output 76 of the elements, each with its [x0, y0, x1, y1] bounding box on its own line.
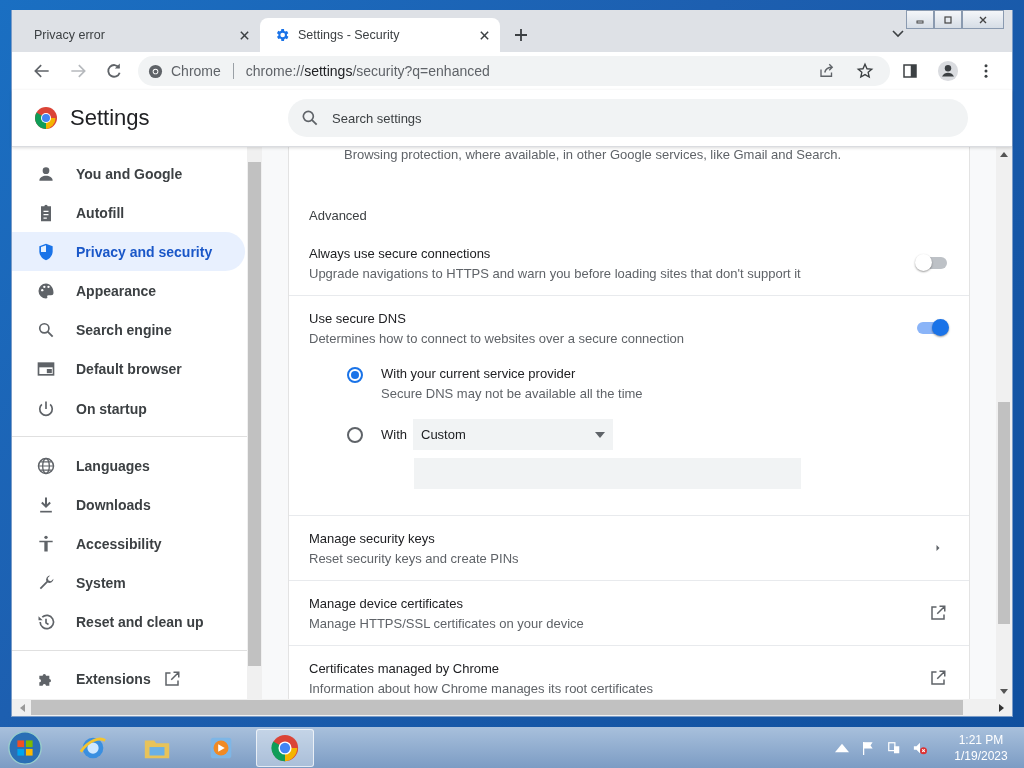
sidebar-item[interactable]: You and Google [12, 154, 245, 194]
browser-tab[interactable]: Privacy error [20, 18, 260, 52]
search-icon [300, 108, 320, 128]
network-icon[interactable] [887, 740, 901, 755]
scrollbar[interactable] [247, 147, 262, 699]
setting-description: Manage HTTPS/SSL certificates on your device [309, 615, 585, 631]
close-icon[interactable] [239, 29, 250, 41]
sidebar-item[interactable]: Extensions [12, 659, 245, 699]
maximize-button[interactable] [934, 10, 962, 29]
sidebar-item[interactable]: Privacy and security [12, 232, 245, 272]
caret-down-icon [595, 431, 605, 438]
clock-time: 1:21 PM [958, 731, 1004, 748]
sidebar-item[interactable]: Appearance [12, 271, 245, 311]
option-label: With [381, 427, 407, 442]
setting-title: Always use secure connections [309, 245, 492, 261]
toggle-switch[interactable] [917, 322, 947, 334]
gear-icon [274, 27, 290, 43]
setting-description: Information about how Chrome manages its root certificates [309, 680, 654, 696]
sidebar-item[interactable]: Search engine [12, 310, 245, 350]
sidebar-item[interactable]: Accessibility [12, 524, 245, 564]
close-icon [978, 14, 988, 25]
site-chip[interactable]: Chrome [171, 63, 221, 79]
caret-right-icon[interactable] [935, 543, 941, 553]
chevron-down-icon[interactable] [892, 30, 904, 38]
option-description: Secure DNS may not be available all the time [381, 386, 644, 401]
chrome-logo-icon [34, 106, 58, 130]
sidebar-item[interactable]: System [12, 563, 245, 603]
toggle-switch[interactable] [917, 257, 947, 269]
clock-date: 1/19/2023 [954, 747, 1008, 764]
description-text: Browsing protection, where available, in other Google services, like Gmail and Search. [343, 147, 843, 162]
sidebar-item[interactable]: On startup [12, 388, 245, 429]
sidebar-item[interactable]: Autofill [12, 193, 245, 233]
globe-icon [36, 455, 56, 476]
sidebar-item[interactable]: Reset and clean up [12, 602, 245, 642]
external-link-icon[interactable] [929, 604, 947, 622]
sidebar-item[interactable]: Languages [12, 446, 245, 486]
scroll-down-icon[interactable] [1000, 689, 1008, 694]
scrollbar[interactable] [12, 699, 1012, 716]
muted-speaker-icon[interactable] [913, 740, 927, 755]
start-button[interactable] [6, 728, 44, 767]
setting-title: Use secure DNS [309, 310, 407, 326]
setting-description: Determines how to connect to websites over a secure connection [309, 330, 686, 346]
radio-button[interactable] [347, 367, 363, 383]
chrome-logo-icon [148, 63, 163, 79]
section-heading: Advanced [308, 207, 368, 225]
chrome-logo-icon [270, 732, 300, 763]
radio-button[interactable] [347, 427, 363, 443]
provider-dropdown[interactable]: Custom [413, 419, 613, 450]
search-field[interactable]: Search settings [288, 99, 968, 137]
tab-title: Settings - Security [298, 28, 401, 42]
setting-title: Manage device certificates [309, 595, 464, 611]
taskbar-button[interactable] [256, 728, 314, 767]
tab-title: Privacy error [34, 28, 106, 42]
url-text: chrome://settings/security?q=enhanced [245, 63, 490, 79]
sidebar-item[interactable]: Default browser [12, 349, 245, 389]
setting-description: Reset security keys and create PINs [309, 550, 520, 566]
new-tab-icon[interactable] [514, 28, 528, 42]
address-bar[interactable]: Chrome chrome://settings/security?q=enhanced [138, 56, 890, 86]
sidebar-item[interactable]: Downloads [12, 485, 245, 525]
restore-icon [943, 14, 953, 25]
shield-icon [36, 241, 56, 262]
flag-icon[interactable] [861, 740, 875, 755]
setting-title: Manage security keys [309, 530, 436, 546]
setting-title: Certificates managed by Chrome [309, 660, 501, 676]
close-window-button[interactable] [962, 10, 1004, 29]
browser-tab[interactable]: Settings - Security [260, 18, 500, 52]
access-icon [36, 533, 56, 554]
option-label: With your current service provider [381, 366, 577, 381]
scroll-left-icon[interactable] [20, 703, 25, 712]
scrollbar[interactable] [996, 147, 1012, 699]
scroll-up-icon[interactable] [1000, 152, 1008, 157]
scroll-right-icon[interactable] [999, 703, 1004, 712]
external-link-icon[interactable] [929, 669, 947, 687]
setting-description: Upgrade navigations to HTTPS and warn you before loading sites that don't support it [309, 265, 802, 281]
close-icon[interactable] [479, 29, 490, 41]
page-title: Settings [70, 105, 150, 131]
